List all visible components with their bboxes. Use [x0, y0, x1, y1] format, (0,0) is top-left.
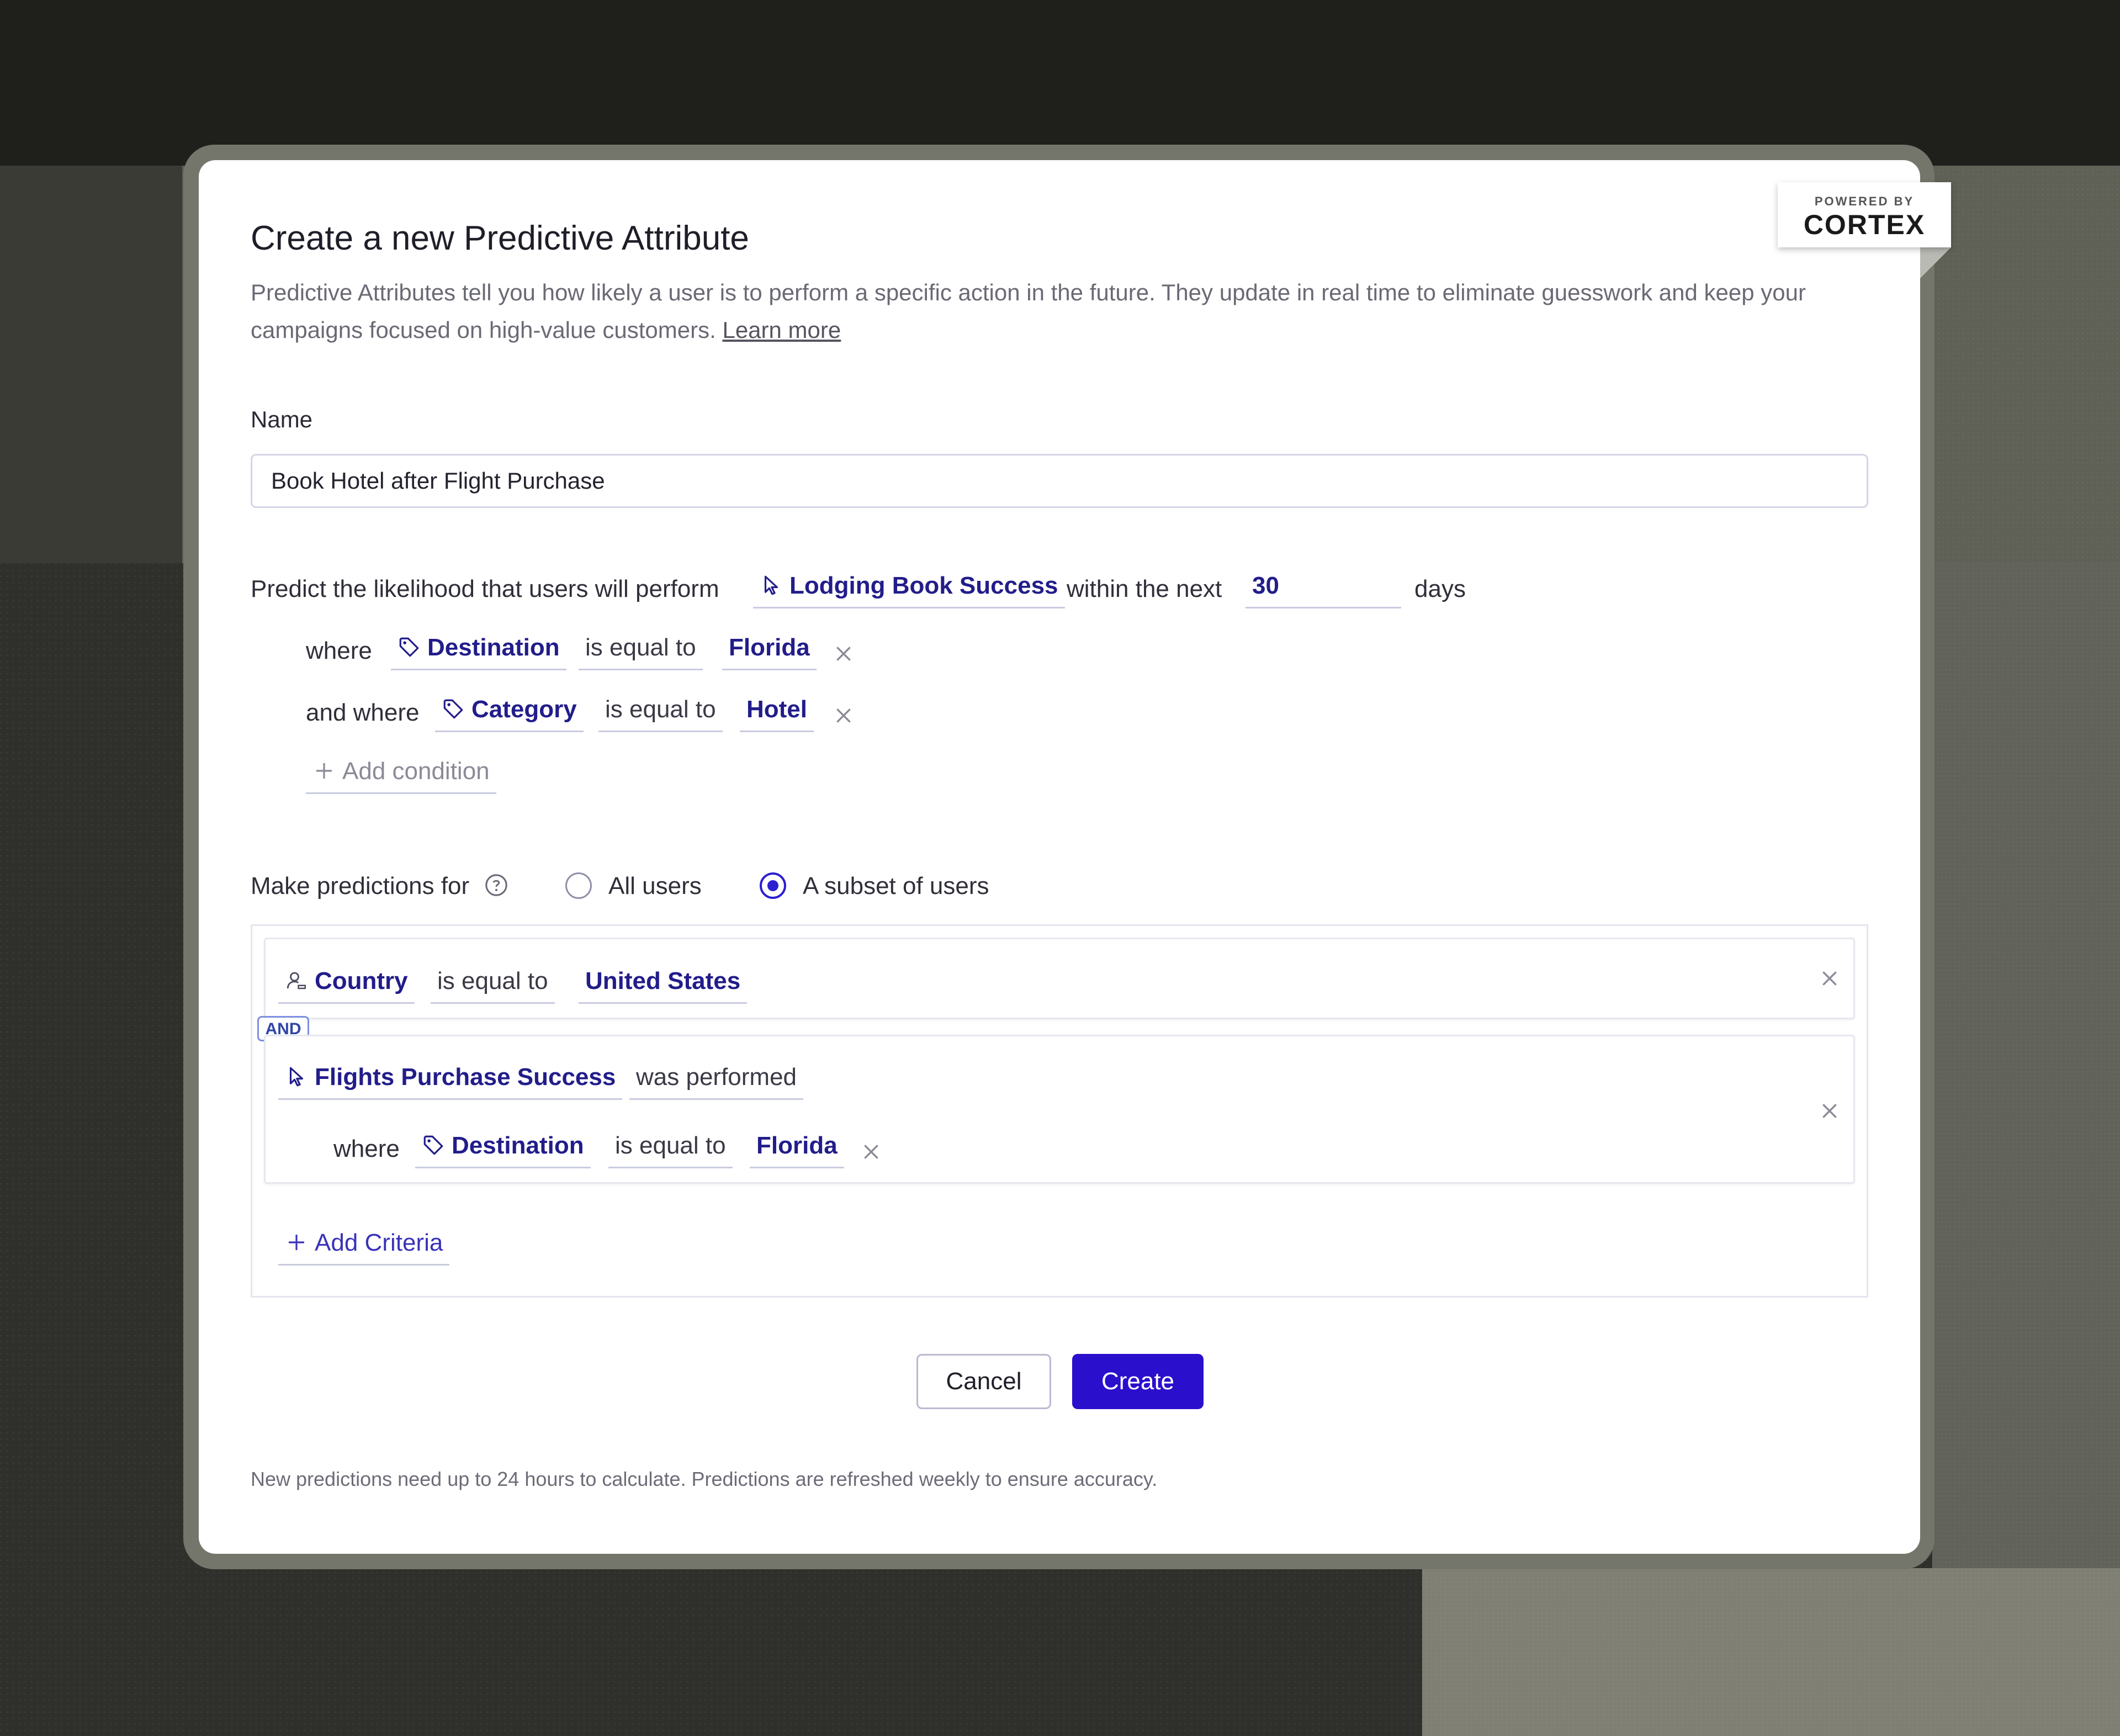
add-condition-label: Add condition: [342, 758, 490, 785]
criteria-action-selector[interactable]: was performed: [629, 1058, 804, 1100]
dialog-description: Predictive Attributes tell you how likel…: [251, 274, 1885, 349]
criteria-property-label: Country: [315, 967, 408, 994]
event-selector[interactable]: Lodging Book Success: [753, 567, 1065, 608]
add-criteria-label: Add Criteria: [315, 1229, 443, 1256]
description-text: Predictive Attributes tell you how likel…: [251, 279, 1806, 343]
badge-logo-text: CORTEX: [1803, 209, 1926, 240]
help-icon[interactable]: [484, 872, 509, 898]
criteria-where-property-label: Destination: [452, 1132, 584, 1159]
dialog-title: Create a new Predictive Attribute: [251, 219, 749, 257]
condition-operator-selector[interactable]: is equal to: [598, 690, 723, 732]
condition-prefix: where: [306, 637, 372, 664]
criteria-property-selector[interactable]: Country: [278, 962, 415, 1004]
tag-icon: [423, 1135, 443, 1155]
criteria-event-selector[interactable]: Flights Purchase Success: [278, 1058, 623, 1100]
remove-condition-icon[interactable]: [860, 1141, 882, 1163]
remove-criteria-icon[interactable]: [1819, 967, 1841, 989]
radio-subset-users-label: A subset of users: [803, 872, 989, 899]
add-condition-button[interactable]: Add condition: [306, 752, 496, 794]
user-icon: [287, 972, 306, 989]
add-criteria-button[interactable]: Add Criteria: [278, 1224, 450, 1266]
predict-lead-text: Predict the likelihood that users will p…: [251, 575, 719, 602]
criteria-event-label: Flights Purchase Success: [315, 1063, 616, 1091]
condition-property-label: Category: [471, 696, 577, 723]
tag-icon: [443, 699, 463, 719]
background-texture: [0, 0, 2120, 166]
criteria-where-property-selector[interactable]: Destination: [415, 1126, 591, 1168]
condition-operator-selector[interactable]: is equal to: [579, 628, 703, 670]
criteria-value-selector[interactable]: United States: [579, 962, 748, 1004]
tag-icon: [399, 637, 419, 657]
cursor-icon: [289, 1067, 304, 1087]
remove-criteria-icon[interactable]: [1819, 1100, 1841, 1122]
condition-value-selector[interactable]: Hotel: [740, 690, 814, 732]
background-texture: [0, 166, 182, 563]
badge-fold: [1920, 247, 1951, 278]
learn-more-link[interactable]: Learn more: [722, 317, 841, 343]
days-input[interactable]: 30: [1246, 567, 1401, 608]
criteria-operator-selector[interactable]: is equal to: [431, 962, 555, 1004]
radio-subset-users[interactable]: [760, 872, 786, 899]
create-predictive-attribute-dialog: Create a new Predictive Attribute Predic…: [199, 160, 1920, 1554]
powered-by-badge: POWERED BY CORTEX: [1778, 182, 1951, 247]
predictions-for-label: Make predictions for: [251, 872, 470, 899]
days-label: days: [1414, 575, 1466, 602]
background-texture: [1422, 1568, 2120, 1736]
condition-prefix: and where: [306, 699, 420, 726]
event-selector-label: Lodging Book Success: [789, 572, 1058, 599]
condition-property-selector[interactable]: Destination: [391, 628, 566, 670]
condition-value-selector[interactable]: Florida: [722, 628, 817, 670]
criteria-where-prefix: where: [333, 1135, 400, 1162]
criteria-where-value-selector[interactable]: Florida: [750, 1126, 844, 1168]
remove-condition-icon[interactable]: [833, 643, 855, 665]
condition-property-selector[interactable]: Category: [435, 690, 584, 732]
radio-all-users-label: All users: [608, 872, 702, 899]
condition-property-label: Destination: [427, 634, 560, 661]
background-texture: [1932, 563, 2120, 1736]
remove-condition-icon[interactable]: [833, 705, 855, 727]
plus-icon: [289, 1235, 304, 1250]
radio-all-users[interactable]: [565, 872, 592, 899]
footnote-text: New predictions need up to 24 hours to c…: [251, 1468, 1158, 1490]
within-text: within the next: [1067, 575, 1222, 602]
criteria-where-operator-selector[interactable]: is equal to: [608, 1126, 733, 1168]
name-input[interactable]: [251, 454, 1868, 508]
cancel-button[interactable]: Cancel: [916, 1354, 1051, 1409]
name-label: Name: [251, 406, 313, 432]
plus-icon: [316, 763, 332, 779]
create-button[interactable]: Create: [1072, 1354, 1204, 1409]
badge-small-text: POWERED BY: [1814, 194, 1915, 208]
cursor-icon: [764, 575, 778, 595]
